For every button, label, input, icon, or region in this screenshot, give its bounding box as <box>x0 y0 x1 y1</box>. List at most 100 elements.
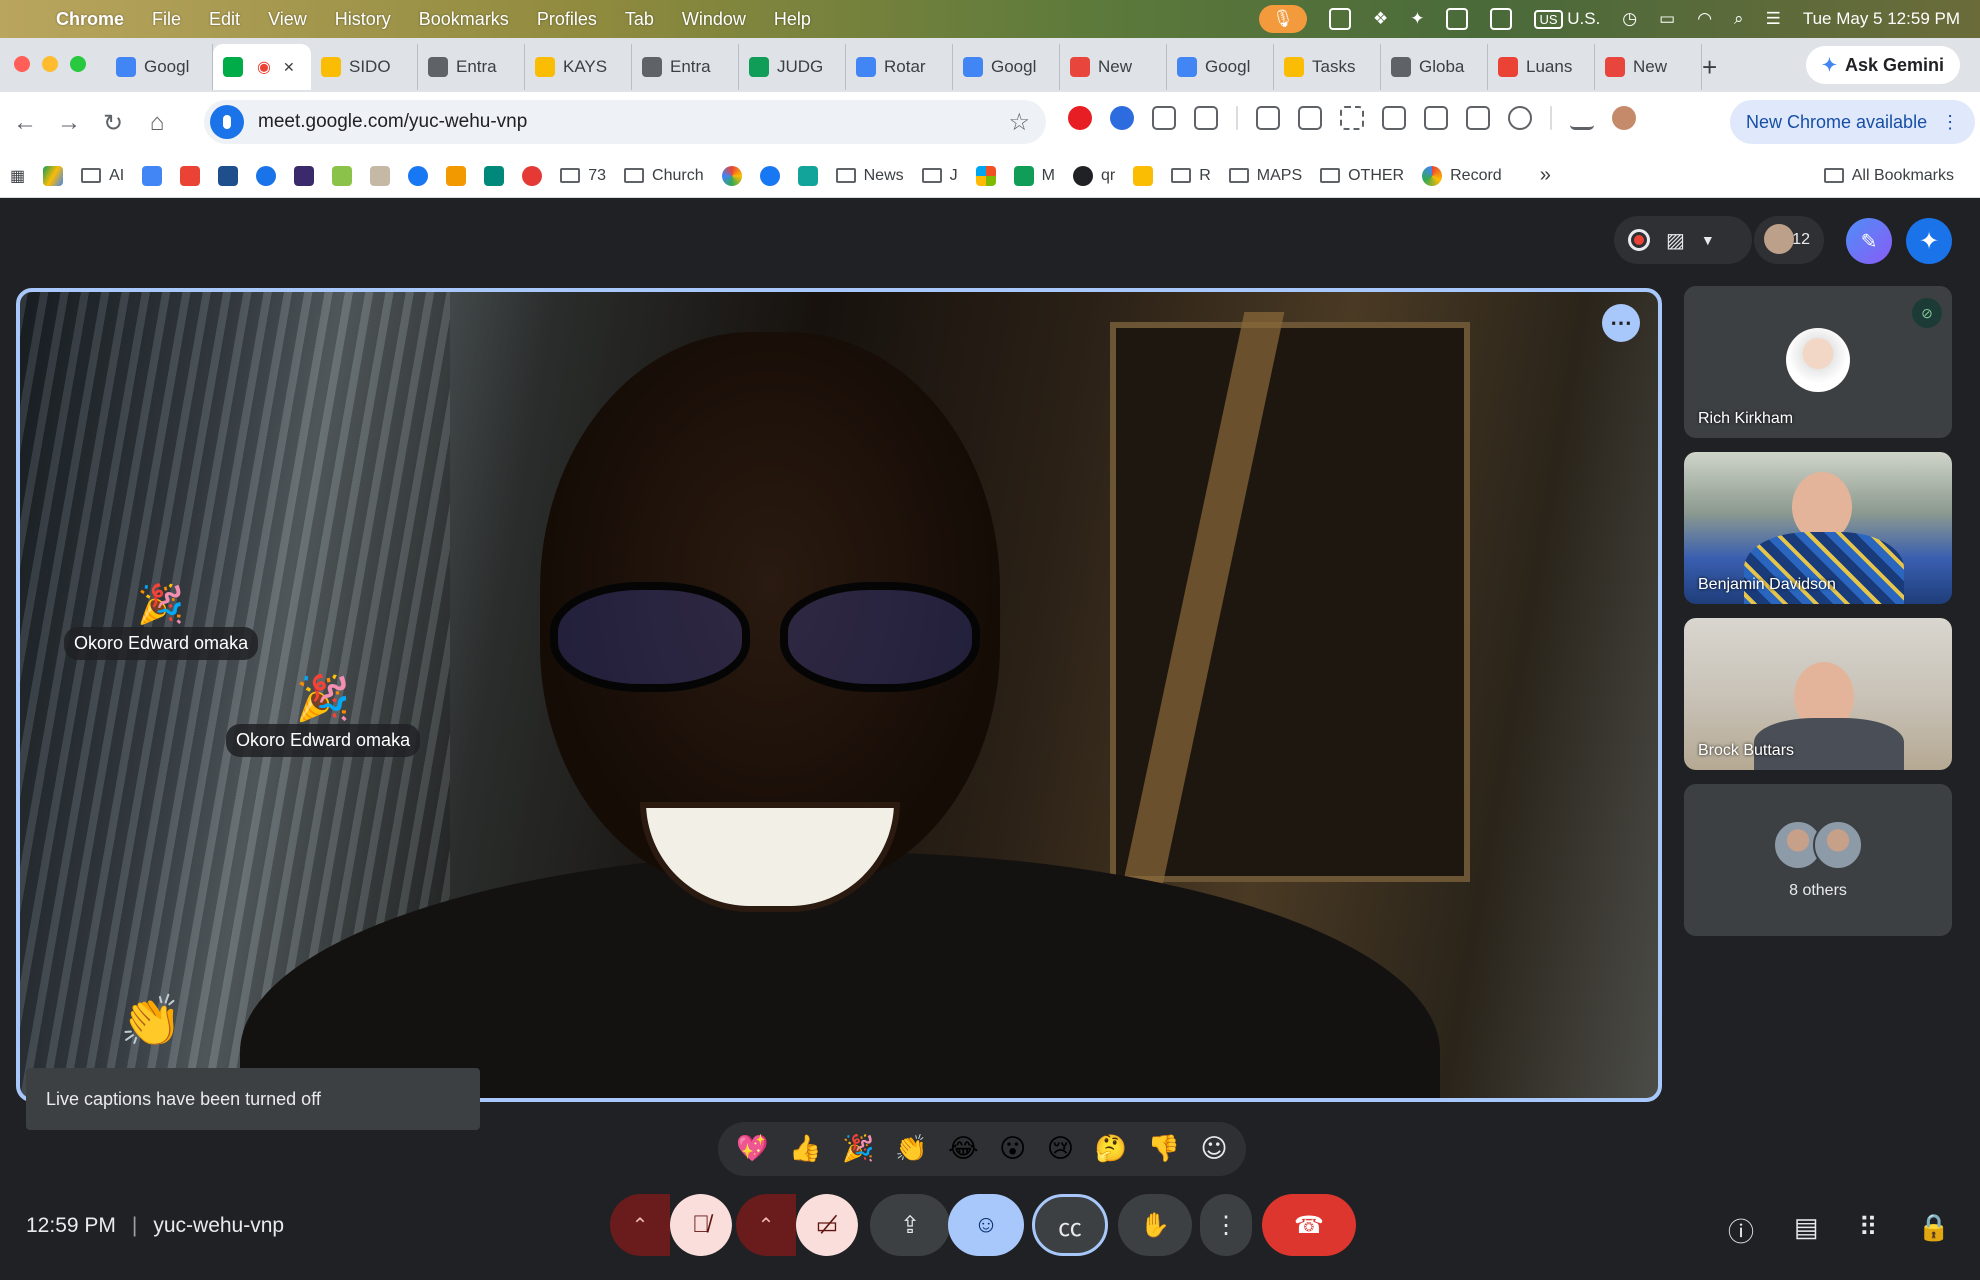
teal-bookmark-icon[interactable] <box>797 165 818 186</box>
camera-off-button[interactable]: ▭̸ <box>796 1194 858 1256</box>
microphone-in-use-icon[interactable]: 🎙 <box>1258 5 1307 33</box>
photo-bookmark-icon[interactable] <box>370 165 391 186</box>
thinking-reaction[interactable]: 🤔 <box>1095 1134 1127 1164</box>
check-bookmark-icon[interactable] <box>446 165 467 186</box>
reload-icon[interactable]: ↻ <box>98 109 128 138</box>
party-popper-reaction[interactable]: 🎉 <box>842 1134 874 1164</box>
bookmark-folder-ai[interactable]: AI <box>81 167 124 185</box>
activities-grid-icon[interactable]: ⠿ <box>1859 1212 1878 1249</box>
input-source-icon[interactable]: US U.S. <box>1534 9 1600 29</box>
close-tab-icon[interactable]: ✕ <box>283 59 295 76</box>
devices-icon[interactable] <box>1466 106 1490 130</box>
sparkling-heart-reaction[interactable]: 💖 <box>736 1134 768 1164</box>
more-options-button[interactable]: ⋮ <box>1200 1194 1252 1256</box>
ask-gemini-button[interactable]: ✦ Ask Gemini <box>1805 46 1960 84</box>
link-icon[interactable] <box>1508 106 1532 130</box>
bookmark-site-m[interactable]: M <box>1013 165 1055 186</box>
address-bar[interactable]: meet.google.com/yuc-wehu-vnp ☆ <box>204 100 1046 144</box>
sparkle-icon[interactable]: ✦ <box>1410 9 1424 29</box>
recording-icon[interactable] <box>1628 229 1650 251</box>
meet-bookmark-icon[interactable] <box>484 165 505 186</box>
status-app-icon[interactable] <box>1328 8 1351 30</box>
spotlight-search-icon[interactable]: ⌕ <box>1734 9 1744 29</box>
opera-extension-icon[interactable] <box>1068 106 1092 130</box>
chat-icon[interactable]: ▤ <box>1794 1212 1819 1249</box>
menu-profiles[interactable]: Profiles <box>537 9 597 30</box>
browser-tab[interactable]: Tasks <box>1274 44 1381 90</box>
new-tab-button[interactable]: + <box>1702 52 1717 83</box>
send-reaction-button[interactable]: ☺ <box>948 1194 1024 1256</box>
messenger-bookmark-icon[interactable] <box>408 165 429 186</box>
bookmark-folder-r[interactable]: R <box>1171 167 1211 185</box>
drive-icon[interactable] <box>1446 8 1469 30</box>
time-machine-icon[interactable]: ◷ <box>1622 9 1637 29</box>
reading-mode-icon[interactable] <box>1424 106 1448 130</box>
all-bookmarks-button[interactable]: All Bookmarks <box>1823 167 1954 185</box>
zoom-extension-icon[interactable] <box>1110 106 1134 130</box>
captions-button[interactable]: ㏄ <box>1032 1194 1108 1256</box>
browser-tab[interactable]: Googl <box>1167 44 1274 90</box>
browser-tab[interactable]: Entra <box>418 44 525 90</box>
control-center-icon[interactable]: ☰ <box>1766 9 1781 29</box>
browser-tab[interactable]: New <box>1595 44 1702 90</box>
participants-pill[interactable]: 12 <box>1754 216 1824 264</box>
record-bookmark-icon[interactable] <box>522 165 543 186</box>
bookmark-star-icon[interactable]: ☆ <box>1008 108 1030 137</box>
qr-code-icon[interactable] <box>1340 106 1364 130</box>
wifi-icon[interactable]: ◠ <box>1697 9 1712 29</box>
bookmark-folder-church[interactable]: Church <box>624 167 704 185</box>
back-arrow-icon[interactable]: ← <box>10 109 40 137</box>
calendar-bookmark-icon[interactable] <box>142 165 163 186</box>
gemini-button[interactable]: ✦ <box>1906 218 1952 264</box>
menu-app-name[interactable]: Chrome <box>56 9 124 30</box>
meeting-info-icon[interactable]: ⓘ <box>1728 1212 1754 1249</box>
home-icon[interactable]: ⌂ <box>142 109 172 137</box>
no-captions-recording-icon[interactable]: ▨ <box>1666 228 1685 253</box>
menu-tab[interactable]: Tab <box>625 9 654 30</box>
menu-help[interactable]: Help <box>774 9 811 30</box>
microsoft-bookmark-icon[interactable] <box>975 165 996 186</box>
battery-icon[interactable]: ▭ <box>1659 9 1675 29</box>
more-reactions-icon[interactable]: ☺ <box>1201 1134 1228 1164</box>
present-screen-button[interactable]: ⇪ <box>870 1194 950 1256</box>
bookmark-site-qr[interactable]: qr <box>1072 165 1115 186</box>
zoom-window-button[interactable] <box>70 56 86 72</box>
bookmark-folder-news[interactable]: News <box>835 167 904 185</box>
menu-view[interactable]: View <box>268 9 307 30</box>
bookmark-folder-maps[interactable]: MAPS <box>1228 167 1302 185</box>
surprised-reaction[interactable]: 😮 <box>999 1134 1026 1164</box>
address-url[interactable]: meet.google.com/yuc-wehu-vnp <box>258 111 527 133</box>
screenshot-extension-icon[interactable] <box>1152 106 1176 130</box>
extensions-puzzle-icon[interactable] <box>1194 106 1218 130</box>
recording-controls[interactable]: ▨ ▼ <box>1614 216 1752 264</box>
bookmark-site-icon-m[interactable] <box>294 165 315 186</box>
thumbs-down-reaction[interactable]: 👎 <box>1148 1134 1180 1164</box>
browser-tab[interactable]: JUDG <box>739 44 846 90</box>
profile-avatar[interactable] <box>1612 106 1636 130</box>
drive-bookmark-icon[interactable] <box>43 165 64 186</box>
browser-tab[interactable]: SIDO <box>311 44 418 90</box>
bookmarks-overflow-chevron-icon[interactable]: » <box>1540 164 1551 187</box>
tree-bookmark-icon[interactable] <box>332 165 353 186</box>
browser-tab[interactable]: Googl <box>953 44 1060 90</box>
voice-search-icon[interactable] <box>210 105 244 139</box>
main-video-tile[interactable]: ⋯ 🎉 Okoro Edward omaka 🎉 Okoro Edward om… <box>16 288 1662 1102</box>
photos-bookmark-icon[interactable] <box>721 165 742 186</box>
more-vert-icon[interactable]: ⋮ <box>1941 112 1959 133</box>
tears-of-joy-reaction[interactable]: 😂 <box>948 1134 978 1164</box>
browser-tab[interactable]: Rotar <box>846 44 953 90</box>
browser-tab[interactable]: Googl <box>106 44 213 90</box>
bookmark-folder-73[interactable]: 73 <box>560 167 606 185</box>
others-tile[interactable]: 8 others <box>1684 784 1952 936</box>
menu-file[interactable]: File <box>152 9 181 30</box>
forward-arrow-icon[interactable]: → <box>54 109 84 137</box>
host-controls-lock-icon[interactable]: 🔒 <box>1918 1212 1950 1249</box>
facebook-bookmark-icon[interactable] <box>759 165 780 186</box>
browser-tab[interactable]: KAYS <box>525 44 632 90</box>
participant-tile-benjamin-davidson[interactable]: Benjamin Davidson <box>1684 452 1952 604</box>
gmail-bookmark-icon[interactable] <box>180 165 201 186</box>
browser-tab[interactable]: Entra <box>632 44 739 90</box>
menubar-clock[interactable]: Tue May 5 12:59 PM <box>1803 9 1960 29</box>
menu-window[interactable]: Window <box>682 9 746 30</box>
chevron-down-icon[interactable]: ▼ <box>1701 232 1715 248</box>
